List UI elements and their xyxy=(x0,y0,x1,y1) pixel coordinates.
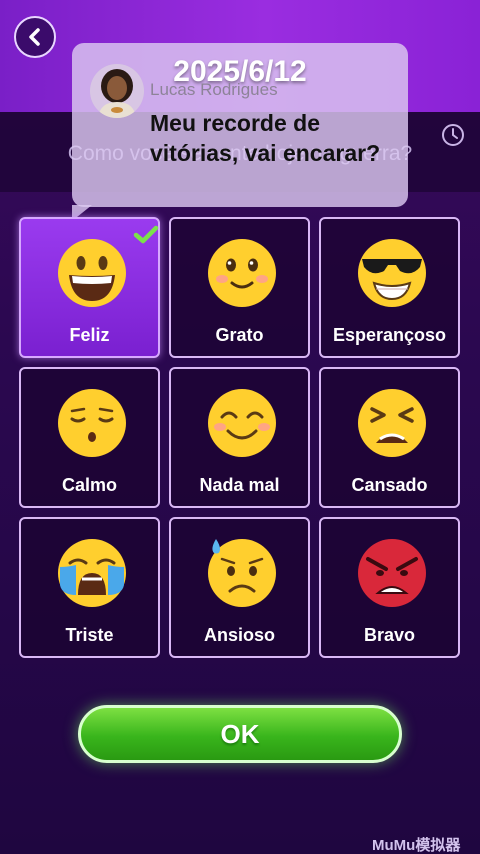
mood-card-feliz[interactable]: Feliz xyxy=(19,217,160,358)
sunglasses-face-icon xyxy=(358,239,426,307)
grinning-face-icon xyxy=(58,239,126,307)
mood-card-grato[interactable]: Grato xyxy=(169,217,310,358)
mood-card-triste[interactable]: Triste xyxy=(19,517,160,658)
ok-button[interactable]: OK xyxy=(78,705,402,763)
avatar[interactable] xyxy=(90,64,144,118)
mood-label: Nada mal xyxy=(199,475,280,495)
mood-label: Ansioso xyxy=(203,625,275,645)
mood-card-cansado[interactable]: Cansado xyxy=(319,367,460,508)
mood-card-bravo[interactable]: Bravo xyxy=(319,517,460,658)
mood-grid: Feliz Grato Esperançoso Calmo Nada mal C… xyxy=(19,217,461,659)
mood-label: Cansado xyxy=(351,475,428,495)
clock-icon[interactable] xyxy=(440,122,466,148)
mood-card-esperancoso[interactable]: Esperançoso xyxy=(319,217,460,358)
mood-card-calmo[interactable]: Calmo xyxy=(19,367,160,508)
relieved-face-icon xyxy=(58,389,126,457)
emulator-watermark: MuMu模拟器 xyxy=(372,837,461,854)
user-avatar-image xyxy=(90,64,144,118)
mood-card-ansioso[interactable]: Ansioso xyxy=(169,517,310,658)
mood-card-nada-mal[interactable]: Nada mal xyxy=(169,367,310,508)
mood-label: Triste xyxy=(65,625,114,645)
tired-face-icon xyxy=(358,389,426,457)
smiling-face-icon xyxy=(208,239,276,307)
blushing-face-icon xyxy=(208,389,276,457)
chat-username: Lucas Rodrigues xyxy=(150,80,278,99)
mood-label: Bravo xyxy=(363,625,416,645)
angry-face-icon xyxy=(358,539,426,607)
chevron-left-icon xyxy=(29,28,40,46)
back-button[interactable] xyxy=(14,16,56,58)
chat-message: Meu recorde de vitórias, vai encarar? xyxy=(150,110,381,166)
mood-label: Calmo xyxy=(61,475,117,495)
crying-face-icon xyxy=(58,539,126,607)
checkmark-icon xyxy=(133,225,159,244)
mood-label: Feliz xyxy=(69,325,110,345)
mood-label: Esperançoso xyxy=(332,325,447,345)
anxious-sweat-face-icon xyxy=(208,539,276,607)
mood-label: Grato xyxy=(215,325,264,345)
